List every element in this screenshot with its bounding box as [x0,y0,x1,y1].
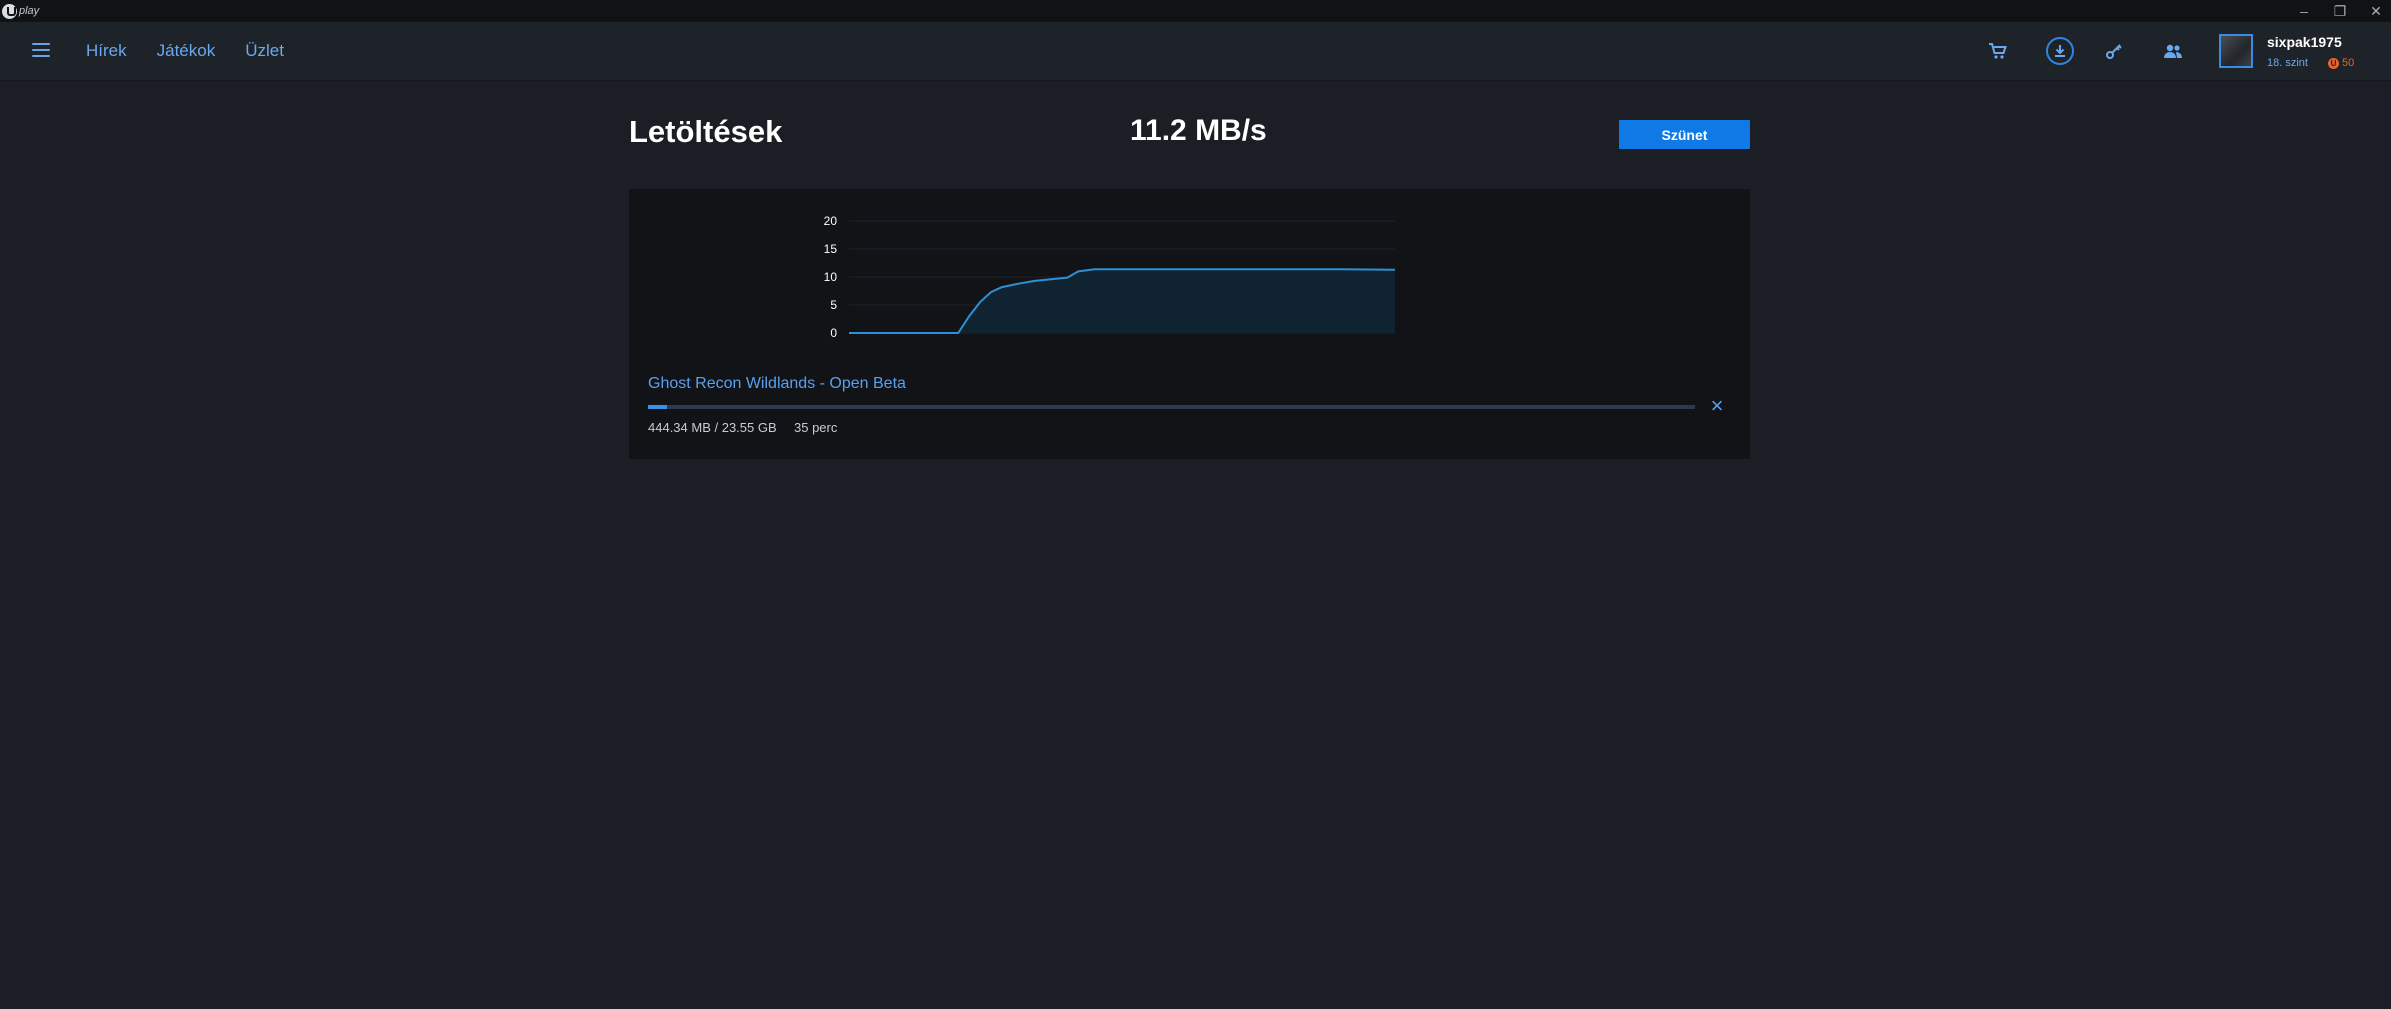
user-level: 18. szint [2267,57,2308,69]
y-tick-label: 0 [830,326,837,340]
top-navigation: Hírek Játékok Üzlet sixpak1975 18. szint… [0,22,2391,81]
download-item-title[interactable]: Ghost Recon Wildlands - Open Beta [648,375,906,393]
download-panel: 0 5 10 15 20 Ghost Recon Wildlands - Open Be… [629,189,1750,459]
y-tick-label: 10 [824,270,838,284]
pause-button[interactable]: Szünet [1619,120,1750,149]
download-speed: 11.2 MB/s [1130,114,1267,147]
y-tick-label: 5 [830,298,837,312]
window-controls: – ❐ ✕ [2297,0,2383,22]
nav-shop[interactable]: Üzlet [245,41,284,61]
y-tick-label: 15 [824,242,838,256]
logo-text: play [19,5,40,17]
y-tick-label: 20 [824,214,838,228]
time-remaining: 35 perc [794,420,838,435]
minimize-icon[interactable]: – [2297,4,2311,18]
speed-chart: 0 5 10 15 20 [824,214,1396,340]
nav-games[interactable]: Játékok [157,41,216,61]
uplay-logo: play [2,2,39,20]
close-icon[interactable]: ✕ [2369,4,2383,18]
units-icon: U [2328,57,2339,69]
speed-area [849,269,1395,333]
title-bar: play – ❐ ✕ [0,0,2391,22]
avatar[interactable] [2219,34,2253,68]
username[interactable]: sixpak1975 [2267,34,2342,50]
progress-bar [648,405,1695,409]
main-nav: Hírek Játékok Üzlet [86,22,284,80]
menu-icon[interactable] [32,43,50,57]
key-icon[interactable] [2101,37,2129,65]
units-count: 50 [2342,57,2355,69]
nav-news[interactable]: Hírek [86,41,127,61]
cart-icon[interactable] [1984,37,2012,65]
progress-fill [648,405,668,409]
units-badge: U 50 [2328,57,2354,69]
uplay-logo-icon [2,3,17,19]
friends-icon[interactable] [2159,37,2187,65]
download-icon[interactable] [2046,37,2074,65]
page-title: Letöltések [629,114,783,149]
download-size: 444.34 MB / 23.55 GB [648,420,777,435]
restore-icon[interactable]: ❐ [2333,4,2347,18]
cancel-download-icon[interactable]: × [1707,395,1727,417]
